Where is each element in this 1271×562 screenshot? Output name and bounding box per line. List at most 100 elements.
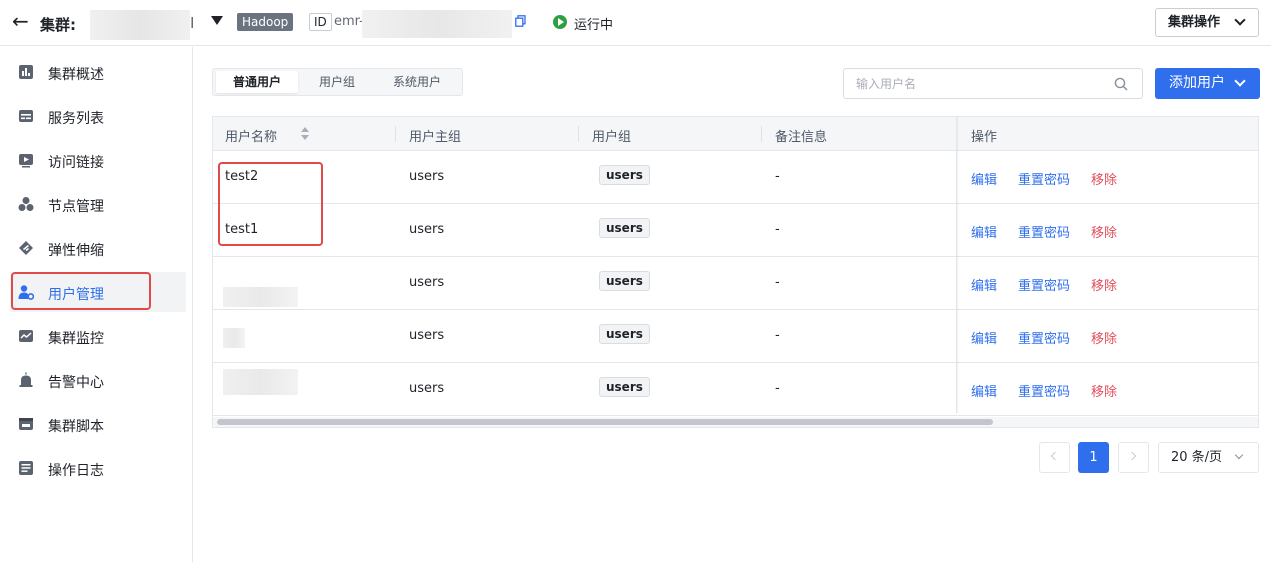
remove-link[interactable]: 移除	[1091, 381, 1117, 400]
remark-cell: -	[775, 275, 780, 290]
sidebar-item-label: 操作日志	[48, 463, 104, 479]
table-row: users users - 编辑 重置密码 移除	[213, 257, 1258, 310]
sidebar-item-links[interactable]: 访问链接	[10, 140, 186, 180]
reset-password-link[interactable]: 重置密码	[1018, 381, 1070, 400]
edit-link[interactable]: 编辑	[971, 222, 997, 241]
sidebar-item-label: 集群监控	[48, 331, 104, 347]
sidebar-item-label: 集群脚本	[48, 419, 104, 435]
cluster-id: emr-	[334, 14, 364, 29]
table-row: users users - 编辑 重置密码 移除	[213, 363, 1258, 416]
tab-user-groups[interactable]: 用户组	[301, 71, 373, 93]
primary-group-cell: users	[409, 328, 445, 343]
cluster-ops-label: 集群操作	[1168, 15, 1221, 30]
column-header-remark: 备注信息	[775, 130, 828, 145]
group-tag: users	[599, 271, 650, 291]
remove-link[interactable]: 移除	[1091, 328, 1117, 347]
search-icon[interactable]	[1114, 77, 1128, 91]
monitor-icon	[19, 330, 33, 342]
cluster-name-tail: І	[190, 14, 195, 32]
sidebar: 集群概述 服务列表 访问链接 节点管理 弹性伸缩 用户管理 集群监控 告警中心 …	[0, 47, 193, 562]
primary-group-cell: users	[409, 275, 445, 290]
primary-group-cell: users	[409, 169, 445, 184]
search-input[interactable]	[856, 75, 1096, 93]
next-page-button[interactable]	[1118, 442, 1149, 473]
table-row: test2 users users - 编辑 重置密码 移除	[213, 151, 1258, 204]
cluster-status: 运行中	[574, 18, 614, 33]
sidebar-item-users[interactable]: 用户管理	[10, 272, 186, 312]
sidebar-item-overview[interactable]: 集群概述	[10, 52, 186, 92]
scrollbar-thumb[interactable]	[217, 419, 993, 425]
edit-link[interactable]: 编辑	[971, 275, 997, 294]
sidebar-item-label: 访问链接	[48, 155, 104, 171]
page-1-button[interactable]: 1	[1078, 442, 1109, 473]
engine-tag: Hadoop	[237, 13, 294, 31]
edit-link[interactable]: 编辑	[971, 381, 997, 400]
chevron-down-icon	[1234, 75, 1246, 87]
chevron-down-icon	[1234, 14, 1246, 26]
table-row: users users - 编辑 重置密码 移除	[213, 310, 1258, 363]
add-user-button[interactable]: 添加用户	[1155, 68, 1260, 99]
sidebar-item-scripts[interactable]: 集群脚本	[10, 404, 186, 444]
cluster-label: 集群:	[40, 16, 76, 34]
horizontal-scrollbar[interactable]	[213, 417, 1258, 427]
username-redacted	[223, 328, 245, 348]
fixed-column-divider	[956, 117, 959, 413]
running-status-icon	[553, 15, 567, 29]
group-tag: users	[599, 377, 650, 397]
page-size-value: 20 条/页	[1171, 450, 1223, 465]
username-redacted	[223, 287, 298, 307]
bar-chart-icon	[19, 65, 33, 79]
page-size-select[interactable]: 20 条/页	[1158, 442, 1259, 473]
remark-cell: -	[775, 169, 780, 184]
tab-normal-users[interactable]: 普通用户	[216, 71, 298, 93]
copy-icon[interactable]	[515, 15, 526, 27]
users-table: 用户名称 用户主组 用户组 备注信息 操作 test2 users users …	[212, 116, 1259, 428]
sidebar-item-label: 用户管理	[48, 287, 104, 303]
tab-system-users[interactable]: 系统用户	[376, 71, 458, 93]
table-header: 用户名称 用户主组 用户组 备注信息 操作	[213, 117, 1258, 151]
reset-password-link[interactable]: 重置密码	[1018, 275, 1070, 294]
sidebar-item-scaling[interactable]: 弹性伸缩	[10, 228, 186, 268]
user-type-tabs: 普通用户 用户组 系统用户	[212, 68, 463, 96]
username-cell: test1	[225, 222, 259, 237]
sort-icon[interactable]	[301, 127, 309, 141]
column-header-username: 用户名称	[225, 126, 309, 145]
edit-link[interactable]: 编辑	[971, 328, 997, 347]
username-search	[843, 68, 1143, 99]
primary-group-cell: users	[409, 381, 445, 396]
back-arrow-icon[interactable]: ←	[12, 11, 29, 31]
sidebar-item-label: 服务列表	[48, 111, 104, 127]
chevron-left-icon	[1050, 451, 1060, 461]
sidebar-item-services[interactable]: 服务列表	[10, 96, 186, 136]
sidebar-item-alarm[interactable]: 告警中心	[10, 360, 186, 400]
column-header-actions: 操作	[971, 130, 998, 145]
cluster-ops-button[interactable]: 集群操作	[1155, 8, 1259, 37]
reset-password-link[interactable]: 重置密码	[1018, 328, 1070, 347]
prev-page-button[interactable]	[1039, 442, 1070, 473]
column-header-primary-group: 用户主组	[409, 130, 462, 145]
table-row: test1 users users - 编辑 重置密码 移除	[213, 204, 1258, 257]
id-tag: ID	[309, 13, 332, 31]
remark-cell: -	[775, 381, 780, 396]
reset-password-link[interactable]: 重置密码	[1018, 169, 1070, 188]
remark-cell: -	[775, 222, 780, 237]
script-icon	[19, 418, 33, 430]
remove-link[interactable]: 移除	[1091, 275, 1117, 294]
reset-password-link[interactable]: 重置密码	[1018, 222, 1070, 241]
list-icon	[19, 110, 33, 122]
sidebar-item-monitor[interactable]: 集群监控	[10, 316, 186, 356]
sidebar-item-label: 节点管理	[48, 199, 104, 215]
sidebar-item-logs[interactable]: 操作日志	[10, 448, 186, 488]
chevron-down-icon	[1234, 450, 1244, 460]
remove-link[interactable]: 移除	[1091, 222, 1117, 241]
column-divider	[395, 126, 396, 142]
sidebar-item-nodes[interactable]: 节点管理	[10, 184, 186, 224]
top-bar: ← 集群: І Hadoop ID emr- 运行中 集群操作	[0, 0, 1271, 46]
username-cell: test2	[225, 169, 259, 184]
cluster-name-redacted	[90, 10, 190, 40]
cluster-switch-dropdown-icon[interactable]	[211, 16, 223, 25]
remove-link[interactable]: 移除	[1091, 169, 1117, 188]
sidebar-item-label: 集群概述	[48, 67, 104, 83]
edit-link[interactable]: 编辑	[971, 169, 997, 188]
remark-cell: -	[775, 328, 780, 343]
